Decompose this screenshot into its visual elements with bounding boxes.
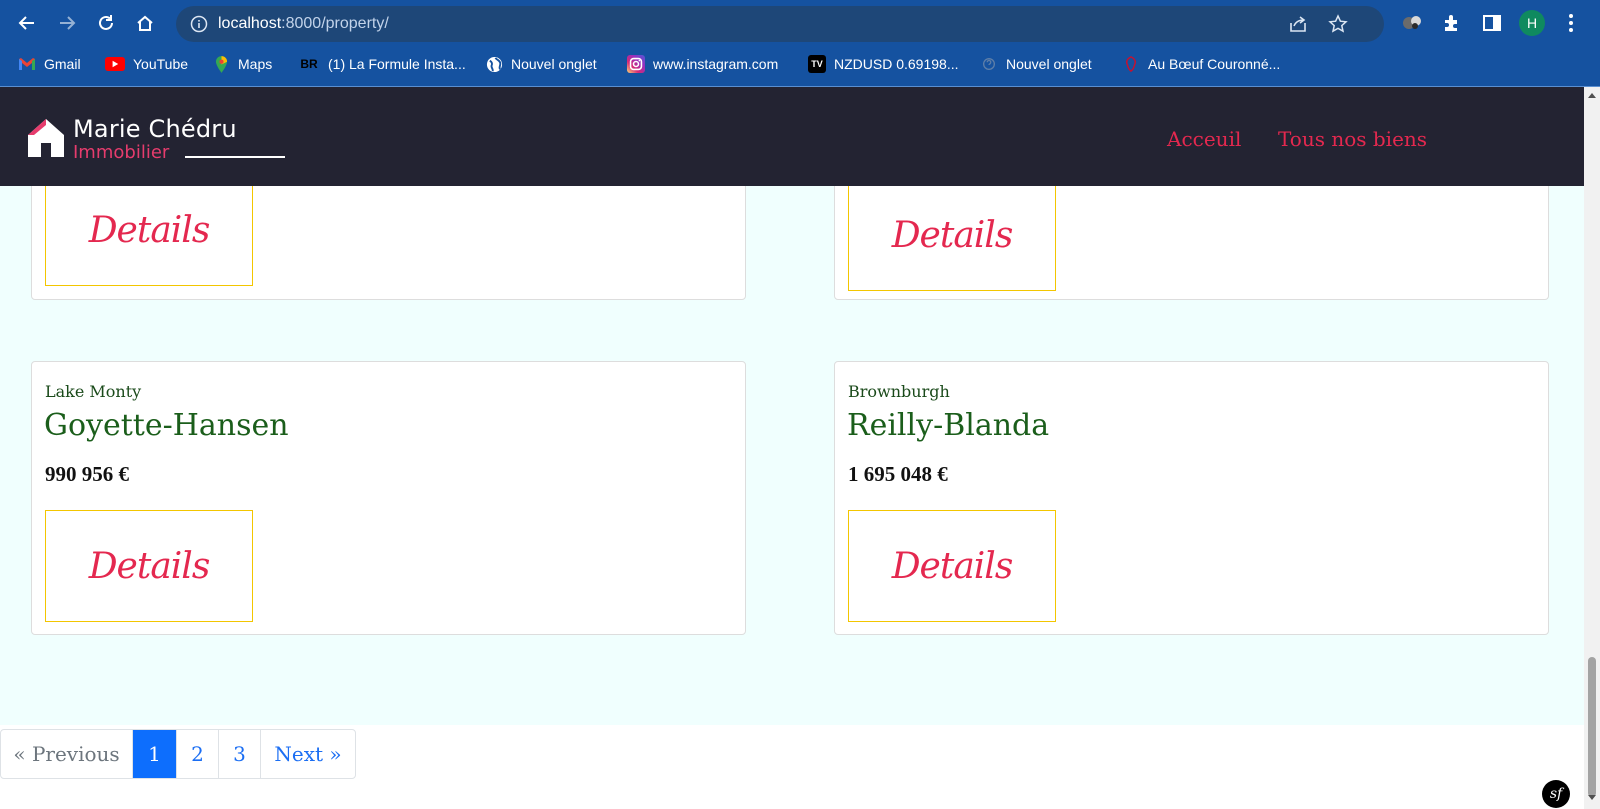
reload-icon[interactable] bbox=[91, 8, 121, 38]
bookmark-label: Gmail bbox=[44, 56, 81, 72]
property-city: Lake Monty bbox=[45, 382, 142, 401]
bookmarks-bar: Gmail YouTube Maps BR (1) La Formule Ins… bbox=[0, 48, 1600, 80]
details-button[interactable]: Details bbox=[848, 179, 1056, 291]
pagination-page-2[interactable]: 2 bbox=[177, 730, 219, 778]
details-button[interactable]: Details bbox=[848, 510, 1056, 622]
url-host: localhost bbox=[218, 15, 282, 32]
bookmark-gmail[interactable]: Gmail bbox=[18, 53, 81, 75]
details-label: Details bbox=[891, 545, 1014, 587]
property-price: 1 695 048 € bbox=[848, 462, 948, 486]
symfony-toolbar-icon[interactable]: sf bbox=[1542, 780, 1570, 808]
property-title: Goyette-Hansen bbox=[44, 408, 289, 443]
details-label: Details bbox=[891, 214, 1014, 256]
side-panel-icon[interactable] bbox=[1481, 12, 1503, 34]
scroll-down-icon[interactable] bbox=[1588, 795, 1596, 800]
bookmark-formule[interactable]: BR (1) La Formule Insta... bbox=[298, 53, 466, 75]
extension-orb-icon[interactable] bbox=[1401, 12, 1423, 34]
bookmark-instagram[interactable]: www.instagram.com bbox=[627, 53, 778, 75]
bookmark-label: NZDUSD 0.69198... bbox=[834, 56, 959, 72]
bookmark-label: www.instagram.com bbox=[653, 56, 779, 72]
instagram-icon bbox=[627, 55, 645, 73]
bookmark-nouvel-onglet-2[interactable]: Nouvel onglet bbox=[980, 53, 1092, 75]
home-icon[interactable] bbox=[130, 8, 160, 38]
details-label: Details bbox=[88, 545, 211, 587]
nav-link-acceuil[interactable]: Acceuil bbox=[1167, 127, 1241, 151]
bookmark-label: Nouvel onglet bbox=[1006, 56, 1092, 72]
pagination-page-1[interactable]: 1 bbox=[133, 730, 177, 778]
url-text: localhost:8000/property/ bbox=[218, 15, 389, 33]
property-city: Brownburgh bbox=[848, 382, 950, 401]
url-path: :8000/property/ bbox=[281, 15, 389, 32]
gmail-icon bbox=[18, 55, 36, 73]
extensions-puzzle-icon[interactable] bbox=[1441, 12, 1463, 34]
boeuf-icon bbox=[1122, 55, 1140, 73]
bookmark-nouvel-onglet-1[interactable]: Nouvel onglet bbox=[485, 53, 597, 75]
house-logo-icon bbox=[28, 119, 64, 157]
forward-icon[interactable] bbox=[52, 8, 82, 38]
site-header: Marie Chédru Immobilier Acceuil Tous nos… bbox=[0, 87, 1584, 186]
address-bar[interactable]: localhost:8000/property/ bbox=[176, 6, 1384, 42]
br-icon: BR bbox=[300, 57, 318, 71]
nav-link-tous-nos-biens[interactable]: Tous nos biens bbox=[1278, 127, 1427, 151]
bookmark-label: Maps bbox=[238, 56, 273, 72]
browser-chrome: localhost:8000/property/ H Gmail YouTube… bbox=[0, 0, 1600, 87]
property-card: Lake Monty Goyette-Hansen 990 956 € Deta… bbox=[31, 361, 746, 635]
youtube-icon bbox=[105, 57, 125, 71]
pagination-page-3[interactable]: 3 bbox=[219, 730, 261, 778]
maps-icon bbox=[212, 55, 230, 73]
pagination-next[interactable]: Next » bbox=[261, 730, 355, 778]
page-viewport: Details Details Lake Monty Goyette-Hanse… bbox=[0, 87, 1584, 809]
bookmark-youtube[interactable]: YouTube bbox=[105, 53, 188, 75]
back-icon[interactable] bbox=[12, 8, 42, 38]
bookmark-label: Nouvel onglet bbox=[511, 56, 597, 72]
browser-toolbar: localhost:8000/property/ H bbox=[0, 0, 1600, 46]
share-icon[interactable] bbox=[1288, 14, 1308, 34]
logo-name: Marie Chédru bbox=[73, 115, 237, 143]
details-button[interactable]: Details bbox=[45, 510, 253, 622]
bookmark-label: Au Bœuf Couronné... bbox=[1148, 56, 1281, 72]
bookmark-label: (1) La Formule Insta... bbox=[328, 56, 466, 72]
pagination: « Previous 1 2 3 Next » bbox=[0, 729, 356, 779]
bookmark-star-icon[interactable] bbox=[1328, 14, 1348, 34]
bookmark-boeuf[interactable]: Au Bœuf Couronné... bbox=[1122, 53, 1280, 75]
property-title: Reilly-Blanda bbox=[847, 408, 1050, 443]
bookmark-nzdusd[interactable]: TV NZDUSD 0.69198... bbox=[808, 53, 959, 75]
logo-subtitle: Immobilier bbox=[73, 142, 170, 163]
profile-avatar[interactable]: H bbox=[1519, 10, 1545, 36]
page-icon bbox=[980, 55, 998, 73]
bookmark-maps[interactable]: Maps bbox=[212, 53, 272, 75]
page-scrollbar[interactable] bbox=[1584, 87, 1600, 809]
globe-icon bbox=[485, 55, 503, 73]
site-info-icon[interactable] bbox=[190, 15, 208, 33]
pagination-section: « Previous 1 2 3 Next » bbox=[0, 725, 1584, 809]
tradingview-icon: TV bbox=[808, 55, 826, 73]
details-button[interactable]: Details bbox=[45, 174, 253, 286]
logo-underline bbox=[185, 156, 285, 158]
pagination-previous[interactable]: « Previous bbox=[1, 730, 133, 778]
property-card: Brownburgh Reilly-Blanda 1 695 048 € Det… bbox=[834, 361, 1549, 635]
scrollbar-thumb[interactable] bbox=[1588, 657, 1596, 797]
menu-kebab-icon[interactable] bbox=[1560, 12, 1582, 34]
bookmark-label: YouTube bbox=[133, 56, 189, 72]
details-label: Details bbox=[88, 209, 211, 251]
scroll-up-icon[interactable] bbox=[1588, 93, 1596, 98]
property-price: 990 956 € bbox=[45, 462, 129, 486]
site-logo[interactable]: Marie Chédru Immobilier bbox=[27, 115, 285, 165]
